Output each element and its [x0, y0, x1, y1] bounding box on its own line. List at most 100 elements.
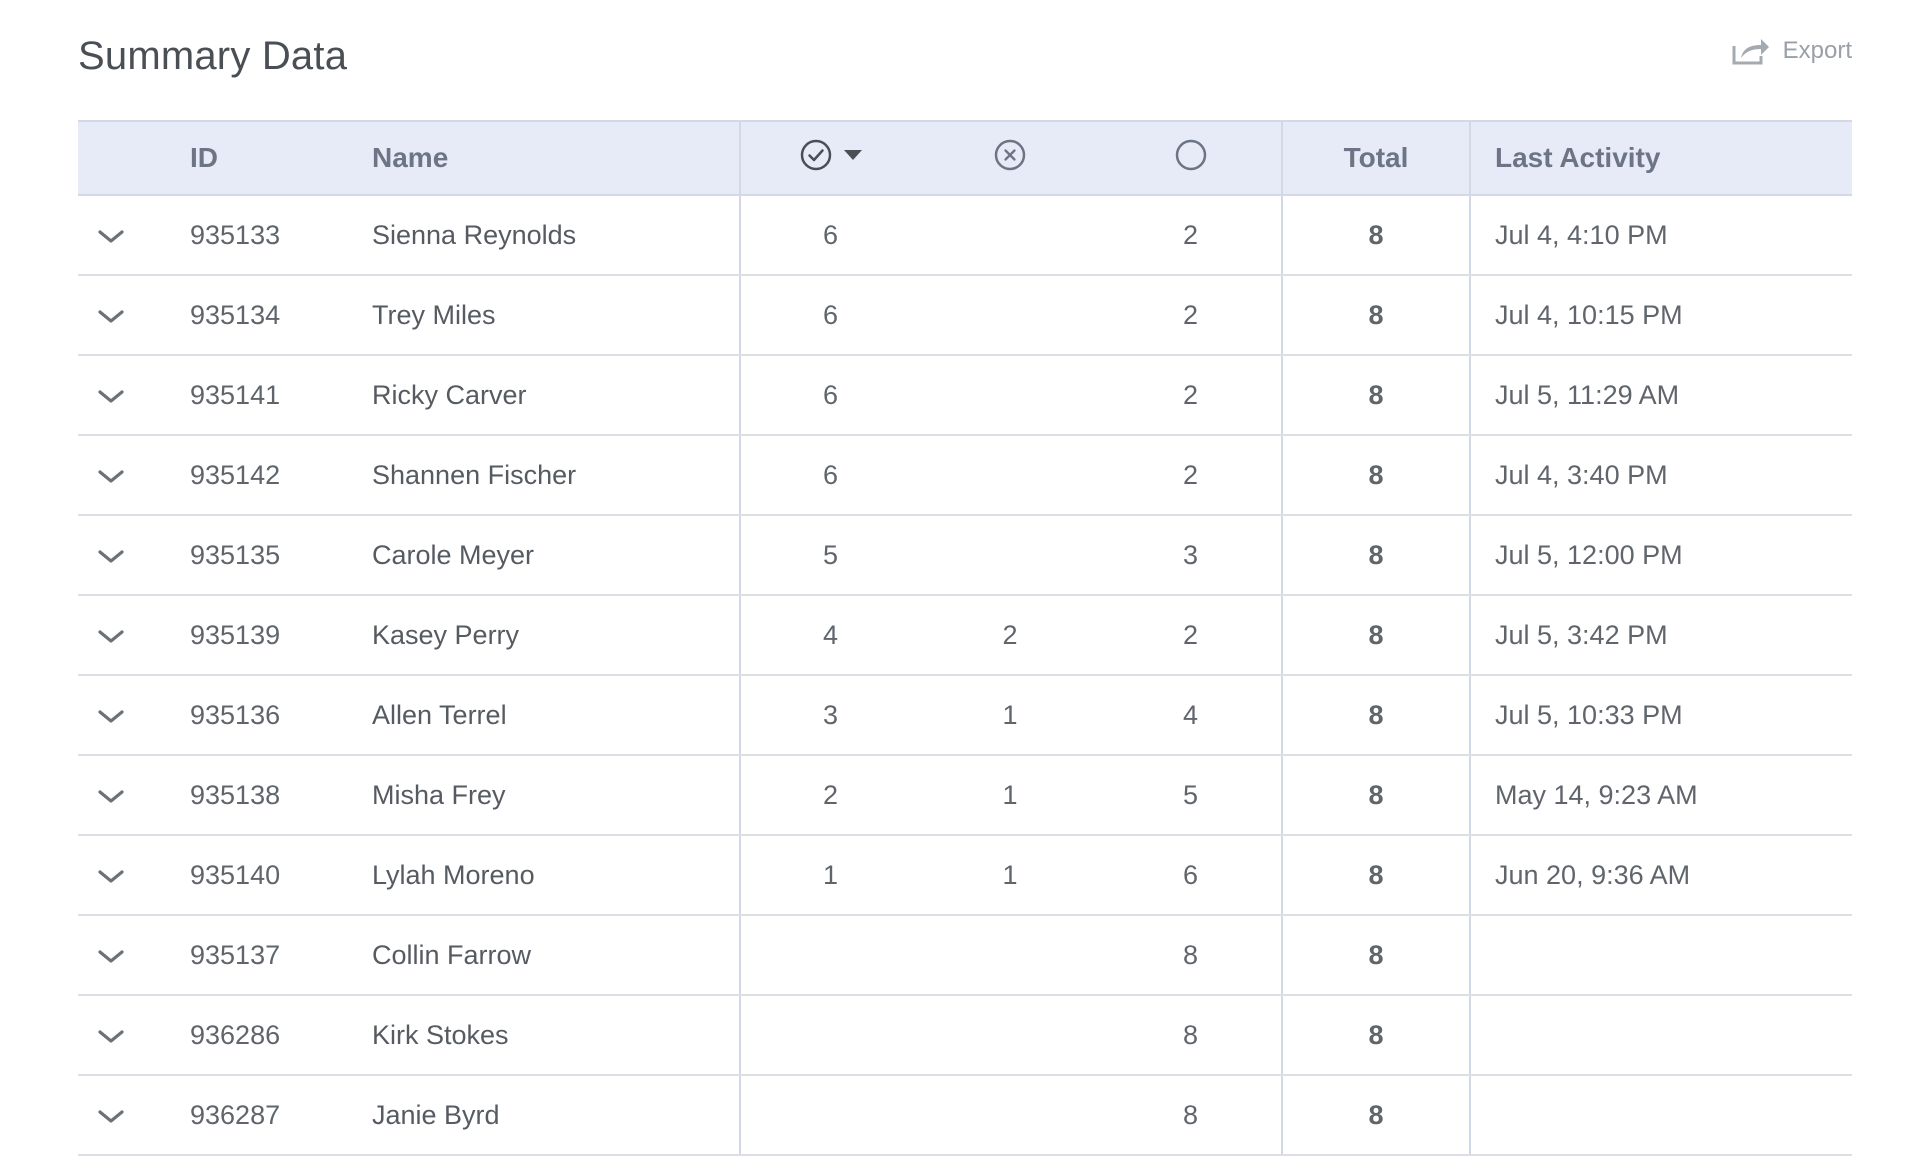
- open-cell: 2: [1100, 435, 1282, 516]
- total-cell: 8: [1281, 355, 1470, 436]
- total-cell: 8: [1281, 515, 1470, 596]
- chevron-down-icon[interactable]: [98, 789, 124, 804]
- id-cell: 935141: [190, 355, 372, 436]
- table-row[interactable]: 935139 Kasey Perry 4 2 2 8 Jul 5, 3:42 P…: [78, 595, 1852, 676]
- completed-cell: 6: [739, 275, 920, 356]
- last-activity-cell: Jul 4, 4:10 PM: [1469, 195, 1852, 276]
- expand-cell: [78, 435, 190, 516]
- failed-cell: [920, 915, 1100, 996]
- open-cell: 8: [1100, 995, 1282, 1076]
- table-row[interactable]: 935138 Misha Frey 2 1 5 8 May 14, 9:23 A…: [78, 755, 1852, 836]
- id-cell: 936286: [190, 995, 372, 1076]
- chevron-down-icon[interactable]: [98, 949, 124, 964]
- name-cell: Lylah Moreno: [372, 835, 740, 916]
- table-row[interactable]: 936286 Kirk Stokes 8 8: [78, 995, 1852, 1076]
- total-cell: 8: [1281, 675, 1470, 756]
- completed-cell: 2: [739, 755, 920, 836]
- name-cell: Sienna Reynolds: [372, 195, 740, 276]
- total-cell: 8: [1281, 275, 1470, 356]
- last-activity-column-header[interactable]: Last Activity: [1469, 121, 1852, 195]
- open-column-header[interactable]: [1100, 121, 1282, 195]
- open-cell: 8: [1100, 915, 1282, 996]
- id-column-header[interactable]: ID: [190, 121, 372, 195]
- open-cell: 2: [1100, 595, 1282, 676]
- name-cell: Carole Meyer: [372, 515, 740, 596]
- total-cell: 8: [1281, 595, 1470, 676]
- check-circle-icon: [799, 138, 833, 172]
- export-label: Export: [1782, 37, 1852, 64]
- completed-cell: 4: [739, 595, 920, 676]
- summary-table-container: ID Name Total Last Activity 935133 Sienn…: [78, 120, 1852, 1156]
- chevron-down-icon[interactable]: [98, 229, 124, 244]
- last-activity-cell: Jul 4, 10:15 PM: [1469, 275, 1852, 356]
- table-row[interactable]: 935134 Trey Miles 6 2 8 Jul 4, 10:15 PM: [78, 275, 1852, 356]
- total-column-header[interactable]: Total: [1281, 121, 1470, 195]
- id-cell: 935142: [190, 435, 372, 516]
- name-cell: Kasey Perry: [372, 595, 740, 676]
- completed-cell: 1: [739, 835, 920, 916]
- export-icon: [1731, 36, 1771, 66]
- last-activity-cell: [1469, 995, 1852, 1076]
- expand-cell: [78, 835, 190, 916]
- chevron-down-icon[interactable]: [98, 1029, 124, 1044]
- name-cell: Shannen Fischer: [372, 435, 740, 516]
- table-header: ID Name Total Last Activity: [78, 121, 1852, 195]
- failed-cell: [920, 435, 1100, 516]
- chevron-down-icon[interactable]: [98, 709, 124, 724]
- table-row[interactable]: 936287 Janie Byrd 8 8: [78, 1075, 1852, 1156]
- table-row[interactable]: 935142 Shannen Fischer 6 2 8 Jul 4, 3:40…: [78, 435, 1852, 516]
- summary-table: ID Name Total Last Activity 935133 Sienn…: [78, 120, 1852, 1156]
- table-row[interactable]: 935140 Lylah Moreno 1 1 6 8 Jun 20, 9:36…: [78, 835, 1852, 916]
- expand-cell: [78, 355, 190, 436]
- failed-column-header[interactable]: [920, 121, 1100, 195]
- chevron-down-icon[interactable]: [98, 869, 124, 884]
- last-activity-cell: [1469, 1075, 1852, 1156]
- chevron-down-icon[interactable]: [98, 549, 124, 564]
- total-cell: 8: [1281, 995, 1470, 1076]
- failed-cell: [920, 195, 1100, 276]
- chevron-down-icon[interactable]: [98, 309, 124, 324]
- last-activity-cell: Jul 5, 3:42 PM: [1469, 595, 1852, 676]
- name-cell: Trey Miles: [372, 275, 740, 356]
- table-row[interactable]: 935135 Carole Meyer 5 3 8 Jul 5, 12:00 P…: [78, 515, 1852, 596]
- failed-cell: [920, 275, 1100, 356]
- expand-cell: [78, 995, 190, 1076]
- chevron-down-icon[interactable]: [98, 389, 124, 404]
- total-cell: 8: [1281, 835, 1470, 916]
- expand-cell: [78, 515, 190, 596]
- expand-cell: [78, 275, 190, 356]
- table-row[interactable]: 935137 Collin Farrow 8 8: [78, 915, 1852, 996]
- failed-cell: [920, 1075, 1100, 1156]
- expand-cell: [78, 1075, 190, 1156]
- last-activity-cell: Jun 20, 9:36 AM: [1469, 835, 1852, 916]
- last-activity-cell: Jul 5, 10:33 PM: [1469, 675, 1852, 756]
- chevron-down-icon[interactable]: [98, 629, 124, 644]
- export-button[interactable]: Export: [1731, 36, 1852, 66]
- table-row[interactable]: 935141 Ricky Carver 6 2 8 Jul 5, 11:29 A…: [78, 355, 1852, 436]
- expand-cell: [78, 755, 190, 836]
- last-activity-cell: May 14, 9:23 AM: [1469, 755, 1852, 836]
- failed-cell: 1: [920, 755, 1100, 836]
- table-row[interactable]: 935136 Allen Terrel 3 1 4 8 Jul 5, 10:33…: [78, 675, 1852, 756]
- completed-cell: [739, 915, 920, 996]
- chevron-down-icon[interactable]: [98, 469, 124, 484]
- id-cell: 935139: [190, 595, 372, 676]
- page-title: Summary Data: [78, 34, 348, 78]
- open-cell: 5: [1100, 755, 1282, 836]
- total-cell: 8: [1281, 915, 1470, 996]
- id-cell: 935137: [190, 915, 372, 996]
- completed-cell: 5: [739, 515, 920, 596]
- last-activity-cell: Jul 4, 3:40 PM: [1469, 435, 1852, 516]
- name-cell: Allen Terrel: [372, 675, 740, 756]
- name-column-header[interactable]: Name: [372, 121, 740, 195]
- table-row[interactable]: 935133 Sienna Reynolds 6 2 8 Jul 4, 4:10…: [78, 195, 1852, 276]
- name-cell: Misha Frey: [372, 755, 740, 836]
- name-cell: Janie Byrd: [372, 1075, 740, 1156]
- total-cell: 8: [1281, 1075, 1470, 1156]
- open-cell: 4: [1100, 675, 1282, 756]
- chevron-down-icon[interactable]: [98, 1109, 124, 1124]
- completed-column-header[interactable]: [739, 121, 920, 195]
- expand-cell: [78, 595, 190, 676]
- id-cell: 935133: [190, 195, 372, 276]
- name-cell: Kirk Stokes: [372, 995, 740, 1076]
